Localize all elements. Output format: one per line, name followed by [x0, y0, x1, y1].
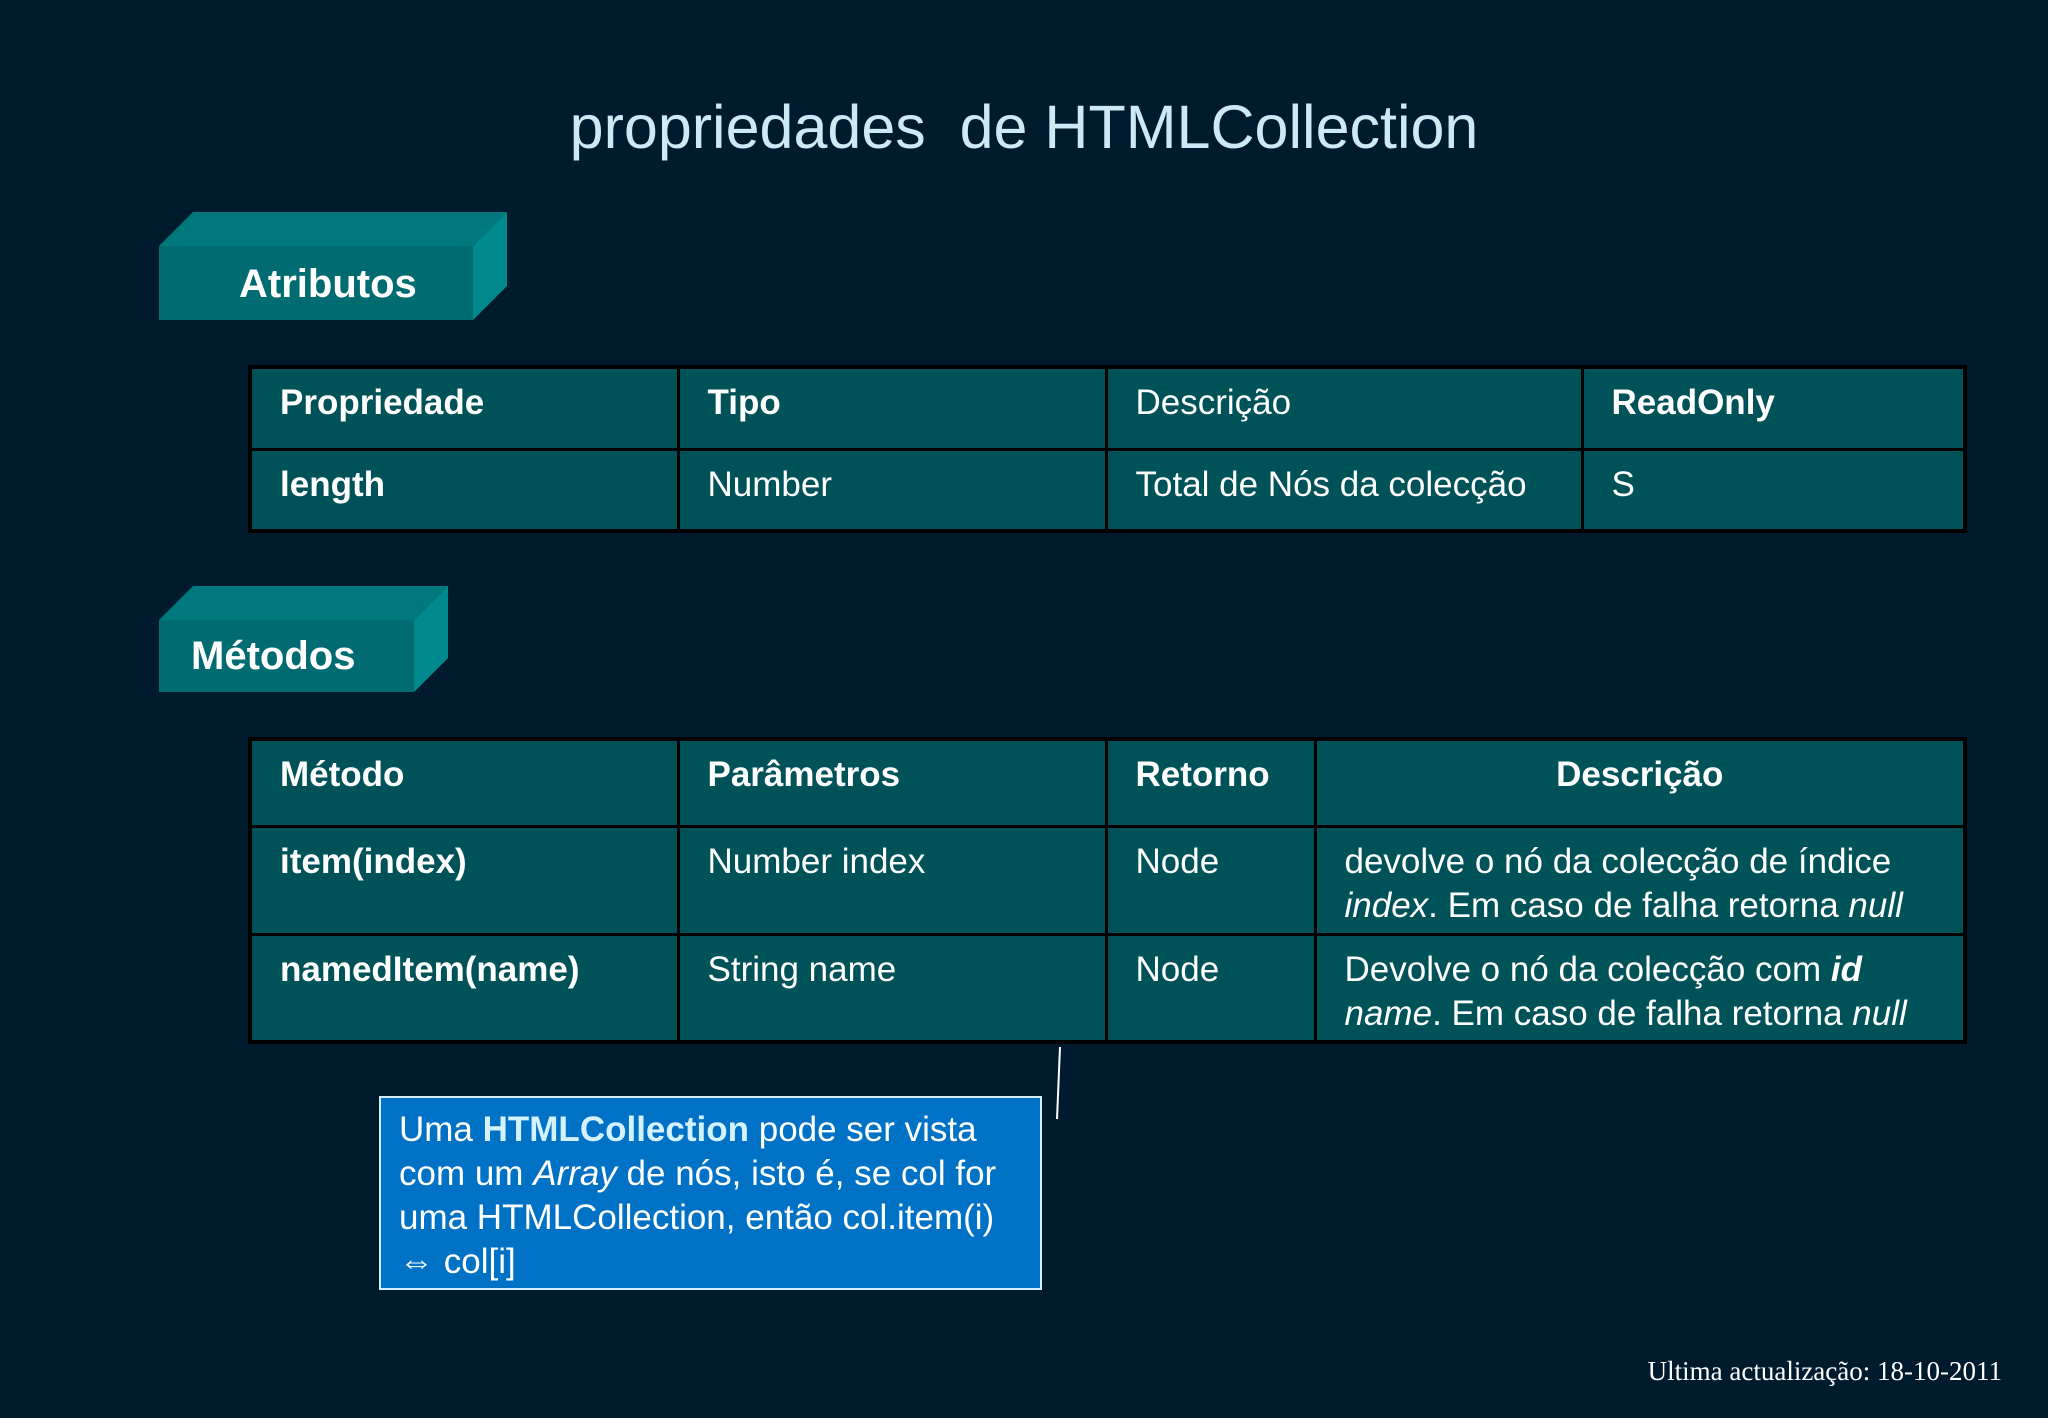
- atributos-heading: Atributos: [239, 262, 417, 306]
- header-retorno: Retorno: [1104, 737, 1317, 828]
- header-descricao: Descrição: [1104, 365, 1584, 451]
- callout-highlight: HTMLCollection: [482, 1110, 749, 1149]
- cell-description: Total de Nós da colecção: [1104, 447, 1584, 533]
- desc-text: . Em caso de falha retorna: [1428, 885, 1849, 925]
- header-readonly: ReadOnly: [1580, 365, 1967, 451]
- metodos-section-box: Métodos: [159, 586, 448, 692]
- desc-null: null: [1848, 885, 1903, 925]
- cell-description: devolve o nó da colecção de índice index…: [1313, 824, 1967, 936]
- header-metodo: Método: [248, 737, 680, 828]
- equivalence-symbol: ⇔: [399, 1242, 434, 1281]
- header-descricao: Descrição: [1313, 737, 1967, 828]
- cell-property: length: [248, 447, 680, 533]
- table-row: namedItem(name) String name Node Devolve…: [248, 932, 1967, 1044]
- metodos-heading: Métodos: [191, 634, 356, 678]
- desc-text: . Em caso de falha retorna: [1432, 993, 1853, 1033]
- atributos-section-box: Atributos: [159, 212, 507, 320]
- desc-text: Devolve o nó da colecção com: [1344, 949, 1831, 989]
- header-propriedade: Propriedade: [248, 365, 680, 451]
- cell-params: Number index: [676, 824, 1108, 936]
- callout-text: col[i]: [434, 1242, 516, 1281]
- cell-params: String name: [676, 932, 1108, 1044]
- header-tipo: Tipo: [676, 365, 1108, 451]
- table-row: length Number Total de Nós da colecção S: [248, 447, 1967, 533]
- callout-text: Uma: [399, 1110, 483, 1149]
- cell-method: namedItem(name): [248, 932, 680, 1044]
- desc-text: devolve o nó da colecção de índice: [1344, 841, 1892, 881]
- cell-returns: Node: [1104, 932, 1317, 1044]
- footer-last-updated: Ultima actualização: 18-10-2011: [1647, 1356, 2002, 1386]
- attributes-header-row: Propriedade Tipo Descrição ReadOnly: [248, 365, 1967, 451]
- cell-type: Number: [676, 447, 1108, 533]
- attributes-table: Propriedade Tipo Descrição ReadOnly leng…: [248, 365, 1967, 533]
- callout-array: Array: [533, 1154, 617, 1193]
- cell-method: item(index): [248, 824, 680, 936]
- slide-title: propriedades de HTMLCollection: [569, 93, 1479, 161]
- desc-param: name: [1344, 993, 1433, 1033]
- callout-note: Uma HTMLCollection pode ser vista com um…: [379, 1096, 1042, 1290]
- cell-returns: Node: [1104, 824, 1317, 936]
- methods-header-row: Método Parâmetros Retorno Descrição: [248, 737, 1967, 828]
- callout-pointer: [1056, 1046, 1061, 1120]
- cell-readonly: S: [1580, 447, 1967, 533]
- desc-param: index: [1344, 885, 1429, 925]
- cell-description: Devolve o nó da colecção com id name. Em…: [1313, 932, 1967, 1044]
- methods-table: Método Parâmetros Retorno Descrição item…: [248, 737, 1967, 1044]
- header-parametros: Parâmetros: [676, 737, 1108, 828]
- table-row: item(index) Number index Node devolve o …: [248, 824, 1967, 936]
- desc-null: null: [1852, 993, 1907, 1033]
- desc-id: id: [1830, 949, 1862, 989]
